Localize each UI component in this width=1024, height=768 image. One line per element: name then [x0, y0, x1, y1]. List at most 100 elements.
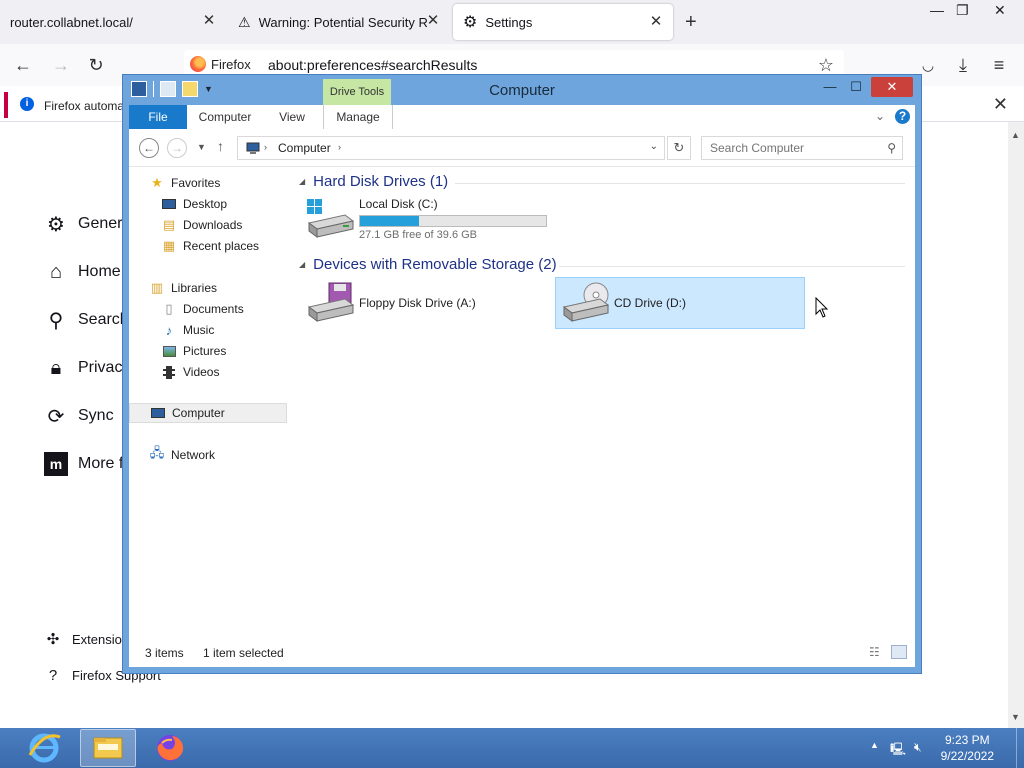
gear-icon: ⚙	[47, 213, 65, 236]
minimize-icon[interactable]: —	[930, 2, 944, 18]
sidebar-item-extensions[interactable]: ✣ Extensio	[44, 630, 122, 648]
notice-text: Firefox automa	[44, 99, 125, 113]
chevron-down-icon[interactable]: ⌄	[650, 141, 658, 152]
group-label: Hard Disk Drives (1)	[313, 173, 449, 190]
up-arrow-icon[interactable]: ↑	[217, 138, 224, 154]
pocket-icon[interactable]: ◡	[917, 54, 939, 76]
close-icon[interactable]: ✕	[426, 13, 440, 28]
nav-libraries[interactable]: ▥ Libraries	[129, 278, 287, 298]
sidebar-item-general[interactable]: ⚙ Genera	[44, 212, 131, 236]
menu-icon[interactable]: ≡	[988, 54, 1010, 76]
breadcrumb-computer[interactable]: Computer	[278, 141, 331, 155]
drive-cd-d[interactable]: CD Drive (D:)	[555, 277, 805, 329]
nav-music[interactable]: ♪ Music	[129, 320, 287, 340]
sidebar-item-search[interactable]: ⚲ Search	[44, 308, 129, 332]
page-scrollbar[interactable]: ▲ ▼	[1008, 122, 1024, 728]
drive-local-disk-c[interactable]: Local Disk (C:) 27.1 GB free of 39.6 GB	[301, 193, 551, 245]
tab-computer[interactable]: Computer	[191, 105, 259, 129]
expand-ribbon-icon[interactable]: ⌄	[875, 109, 885, 123]
nav-network[interactable]: 🖧︎ Network	[129, 445, 287, 465]
explorer-body: ← → ▼ ↑ › Computer › ⌄ ↻ ⚲ ★	[129, 129, 915, 667]
scroll-up-icon[interactable]: ▲	[1011, 130, 1020, 140]
bookmark-star-icon[interactable]: ☆	[815, 54, 837, 76]
group-label: Devices with Removable Storage (2)	[313, 256, 557, 273]
explorer-titlebar[interactable]: ▼ Drive Tools Computer — ☐ ✕	[123, 75, 921, 105]
nav-label: Libraries	[171, 281, 218, 295]
back-arrow-icon[interactable]: ←	[12, 54, 34, 76]
search-input[interactable]	[702, 137, 878, 159]
collapse-triangle-icon[interactable]: ◢	[299, 177, 305, 186]
sidebar-item-home[interactable]: ⌂ Home	[44, 260, 121, 284]
window-close-icon[interactable]: ✕	[994, 2, 1006, 19]
sync-icon: ⟳	[47, 405, 65, 428]
new-tab-icon[interactable]: +	[685, 12, 697, 32]
nav-downloads[interactable]: ▤ Downloads	[129, 215, 287, 235]
identity-box[interactable]: Firefox	[190, 56, 251, 72]
back-arrow-icon[interactable]: ←	[139, 138, 159, 158]
forward-arrow-icon[interactable]: →	[50, 54, 72, 76]
tab-file[interactable]: File	[129, 105, 187, 129]
file-explorer-taskbar-icon[interactable]	[80, 729, 136, 767]
internet-explorer-icon[interactable]	[16, 729, 72, 767]
libraries-icon: ▥	[150, 280, 164, 295]
address-bar[interactable]: › Computer › ⌄	[237, 136, 665, 160]
window-close-icon[interactable]: ✕	[871, 77, 913, 97]
nav-documents[interactable]: ▯ Documents	[129, 299, 287, 319]
downloads-icon[interactable]: ⤓	[952, 54, 974, 76]
mouse-cursor-icon	[815, 297, 829, 318]
nav-desktop[interactable]: Desktop	[129, 194, 287, 214]
close-icon[interactable]: ✕	[993, 94, 1008, 115]
nav-computer[interactable]: Computer	[129, 403, 287, 423]
group-header-hard-disks[interactable]: ◢ Hard Disk Drives (1)	[299, 173, 448, 190]
minimize-icon[interactable]: —	[819, 77, 841, 97]
sidebar-item-sync[interactable]: ⟳ Sync	[44, 404, 114, 428]
help-icon[interactable]: ?	[895, 109, 910, 124]
sidebar-item-privacy[interactable]: 🔒︎ Privacy	[44, 356, 131, 380]
scroll-down-icon[interactable]: ▼	[1011, 712, 1020, 722]
sidebar-item-more-from-mozilla[interactable]: m More f	[44, 452, 123, 476]
details-view-icon[interactable]: ☷	[869, 645, 885, 659]
status-bar: 3 items 1 item selected ☷	[129, 637, 915, 667]
address-row: ← → ▼ ↑ › Computer › ⌄ ↻ ⚲	[129, 129, 915, 167]
chevron-right-icon[interactable]: ›	[264, 142, 267, 152]
recent-locations-icon[interactable]: ▼	[197, 142, 206, 152]
group-header-removable[interactable]: ◢ Devices with Removable Storage (2)	[299, 256, 557, 273]
tab-manage[interactable]: Manage	[323, 105, 393, 129]
tab-router[interactable]: router.collabnet.local/ ✕	[0, 0, 226, 44]
nav-favorites[interactable]: ★ Favorites	[129, 173, 287, 193]
maximize-icon[interactable]: ☐	[845, 77, 867, 97]
firefox-taskbar-icon[interactable]	[142, 729, 198, 767]
nav-videos[interactable]: Videos	[129, 362, 287, 382]
tab-view[interactable]: View	[269, 105, 315, 129]
search-icon: ⚲	[48, 309, 64, 332]
firefox-tab-bar: router.collabnet.local/ ✕ ⚠ Warning: Pot…	[0, 0, 1024, 44]
close-icon[interactable]: ✕	[202, 13, 216, 28]
chevron-right-icon[interactable]: ›	[338, 142, 341, 152]
nav-pictures[interactable]: Pictures	[129, 341, 287, 361]
selection-count: 1 item selected	[203, 646, 284, 660]
drive-floppy-a[interactable]: Floppy Disk Drive (A:)	[301, 277, 551, 329]
cd-drive-icon	[562, 282, 610, 322]
restore-icon[interactable]: ❐	[956, 2, 969, 19]
taskbar: ▲ 🖳︎ 🔇︎ 9:23 PM 9/22/2022	[0, 728, 1024, 768]
search-box[interactable]: ⚲	[701, 136, 903, 160]
tab-security-warning[interactable]: ⚠ Warning: Potential Security Risk ✕	[228, 0, 450, 44]
close-icon[interactable]: ✕	[649, 14, 663, 29]
show-hidden-icons-chevron[interactable]: ▲	[870, 740, 879, 750]
help-icon: ?	[48, 666, 58, 684]
collapse-triangle-icon[interactable]: ◢	[299, 260, 305, 269]
show-desktop-button[interactable]	[1016, 728, 1024, 768]
large-icons-view-icon[interactable]	[891, 645, 907, 659]
forward-arrow-icon[interactable]: →	[167, 138, 187, 158]
hard-drive-icon	[307, 199, 355, 238]
downloads-folder-icon: ▤	[162, 217, 176, 232]
nav-recent-places[interactable]: ▦ Recent places	[129, 236, 287, 256]
network-tray-icon[interactable]: 🖳︎	[890, 740, 906, 761]
gear-icon: ⚙	[463, 14, 478, 31]
search-icon[interactable]: ⚲	[887, 141, 896, 155]
refresh-icon[interactable]: ↻	[667, 136, 691, 160]
reload-icon[interactable]: ↻	[85, 54, 107, 76]
speaker-muted-icon[interactable]: 🔇︎	[914, 740, 922, 755]
tab-settings[interactable]: ⚙ Settings ✕	[453, 4, 673, 40]
tray-clock[interactable]: 9:23 PM 9/22/2022	[941, 732, 994, 764]
